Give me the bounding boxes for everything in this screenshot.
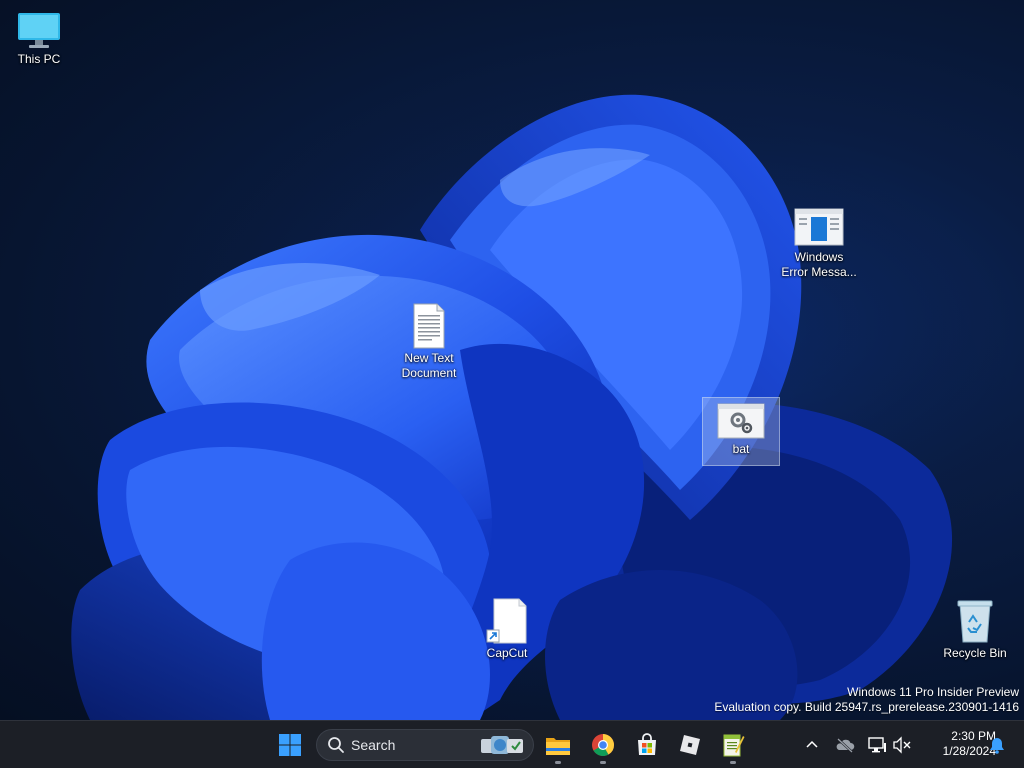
desktop-icon-this-pc[interactable]: This PC [0,6,78,67]
tray-onedrive[interactable] [833,733,857,757]
desktop-icon-label-line2: Document [401,366,457,380]
taskbar-search-box[interactable]: Search [316,729,534,761]
desktop-icon-bat[interactable]: bat [702,397,780,466]
running-indicator [555,761,561,764]
taskbar-app-notepad-plus[interactable] [713,725,753,765]
desktop-icon-label-line2: Error Messa... [781,265,857,279]
recycle-bin-icon [957,600,993,643]
onedrive-offline-icon [836,738,855,753]
taskbar-app-chrome[interactable] [583,725,623,765]
notification-bell-icon [990,738,1004,754]
volume-muted-icon [893,736,911,754]
tray-volume[interactable] [890,733,914,757]
running-indicator [600,761,606,764]
window-app-icon [794,208,844,246]
desktop-icon-new-text-document[interactable]: New Text Document [390,299,468,381]
taskbar-app-microsoft-store[interactable] [627,725,667,765]
desktop-icon-capcut[interactable]: CapCut [468,594,546,661]
desktop-icon-recycle-bin[interactable]: Recycle Bin [936,594,1014,661]
watermark-line1: Windows 11 Pro Insider Preview [847,685,1019,699]
text-file-icon [413,303,445,349]
evaluation-watermark: Windows 11 Pro Insider Preview Evaluatio… [714,685,1019,715]
folder-icon [546,738,570,755]
desktop-icon-label-line1: Windows [794,250,844,264]
desktop-icon-label: CapCut [486,646,528,660]
chrome-icon [592,734,614,756]
search-icon [328,737,344,753]
desktop-icon-label: bat [732,442,750,456]
tray-network[interactable] [865,733,889,757]
search-label: Search [351,737,396,753]
start-button[interactable] [270,725,310,765]
tray-notifications[interactable] [985,733,1009,757]
windows-logo-icon [279,734,301,756]
computer-icon [18,13,60,48]
desktop-icon-label: This PC [17,52,61,66]
taskbar-app-roblox[interactable] [670,725,710,765]
running-indicator [730,761,736,764]
desktop[interactable]: This PC Windows Error Messa... New Text … [0,0,1024,720]
notepad-plus-icon [723,734,745,757]
search-highlight-icon [481,736,523,754]
desktop-icon-label-line1: New Text [404,351,454,365]
chevron-up-icon [806,740,818,748]
desktop-icon-label: Recycle Bin [943,646,1007,660]
batch-file-icon [717,403,765,439]
tray-overflow-button[interactable] [800,733,824,757]
watermark-line2: Evaluation copy. Build 25947.rs_prerelea… [714,700,1019,714]
network-icon [868,737,886,753]
file-shortcut-icon [486,598,527,644]
store-icon [638,733,656,755]
roblox-icon [680,735,700,755]
desktop-icon-windows-error-message[interactable]: Windows Error Messa... [780,204,858,280]
taskbar-app-file-explorer[interactable] [538,725,578,765]
taskbar: Search 2:30 PM 1/28/2024 [0,720,1024,768]
